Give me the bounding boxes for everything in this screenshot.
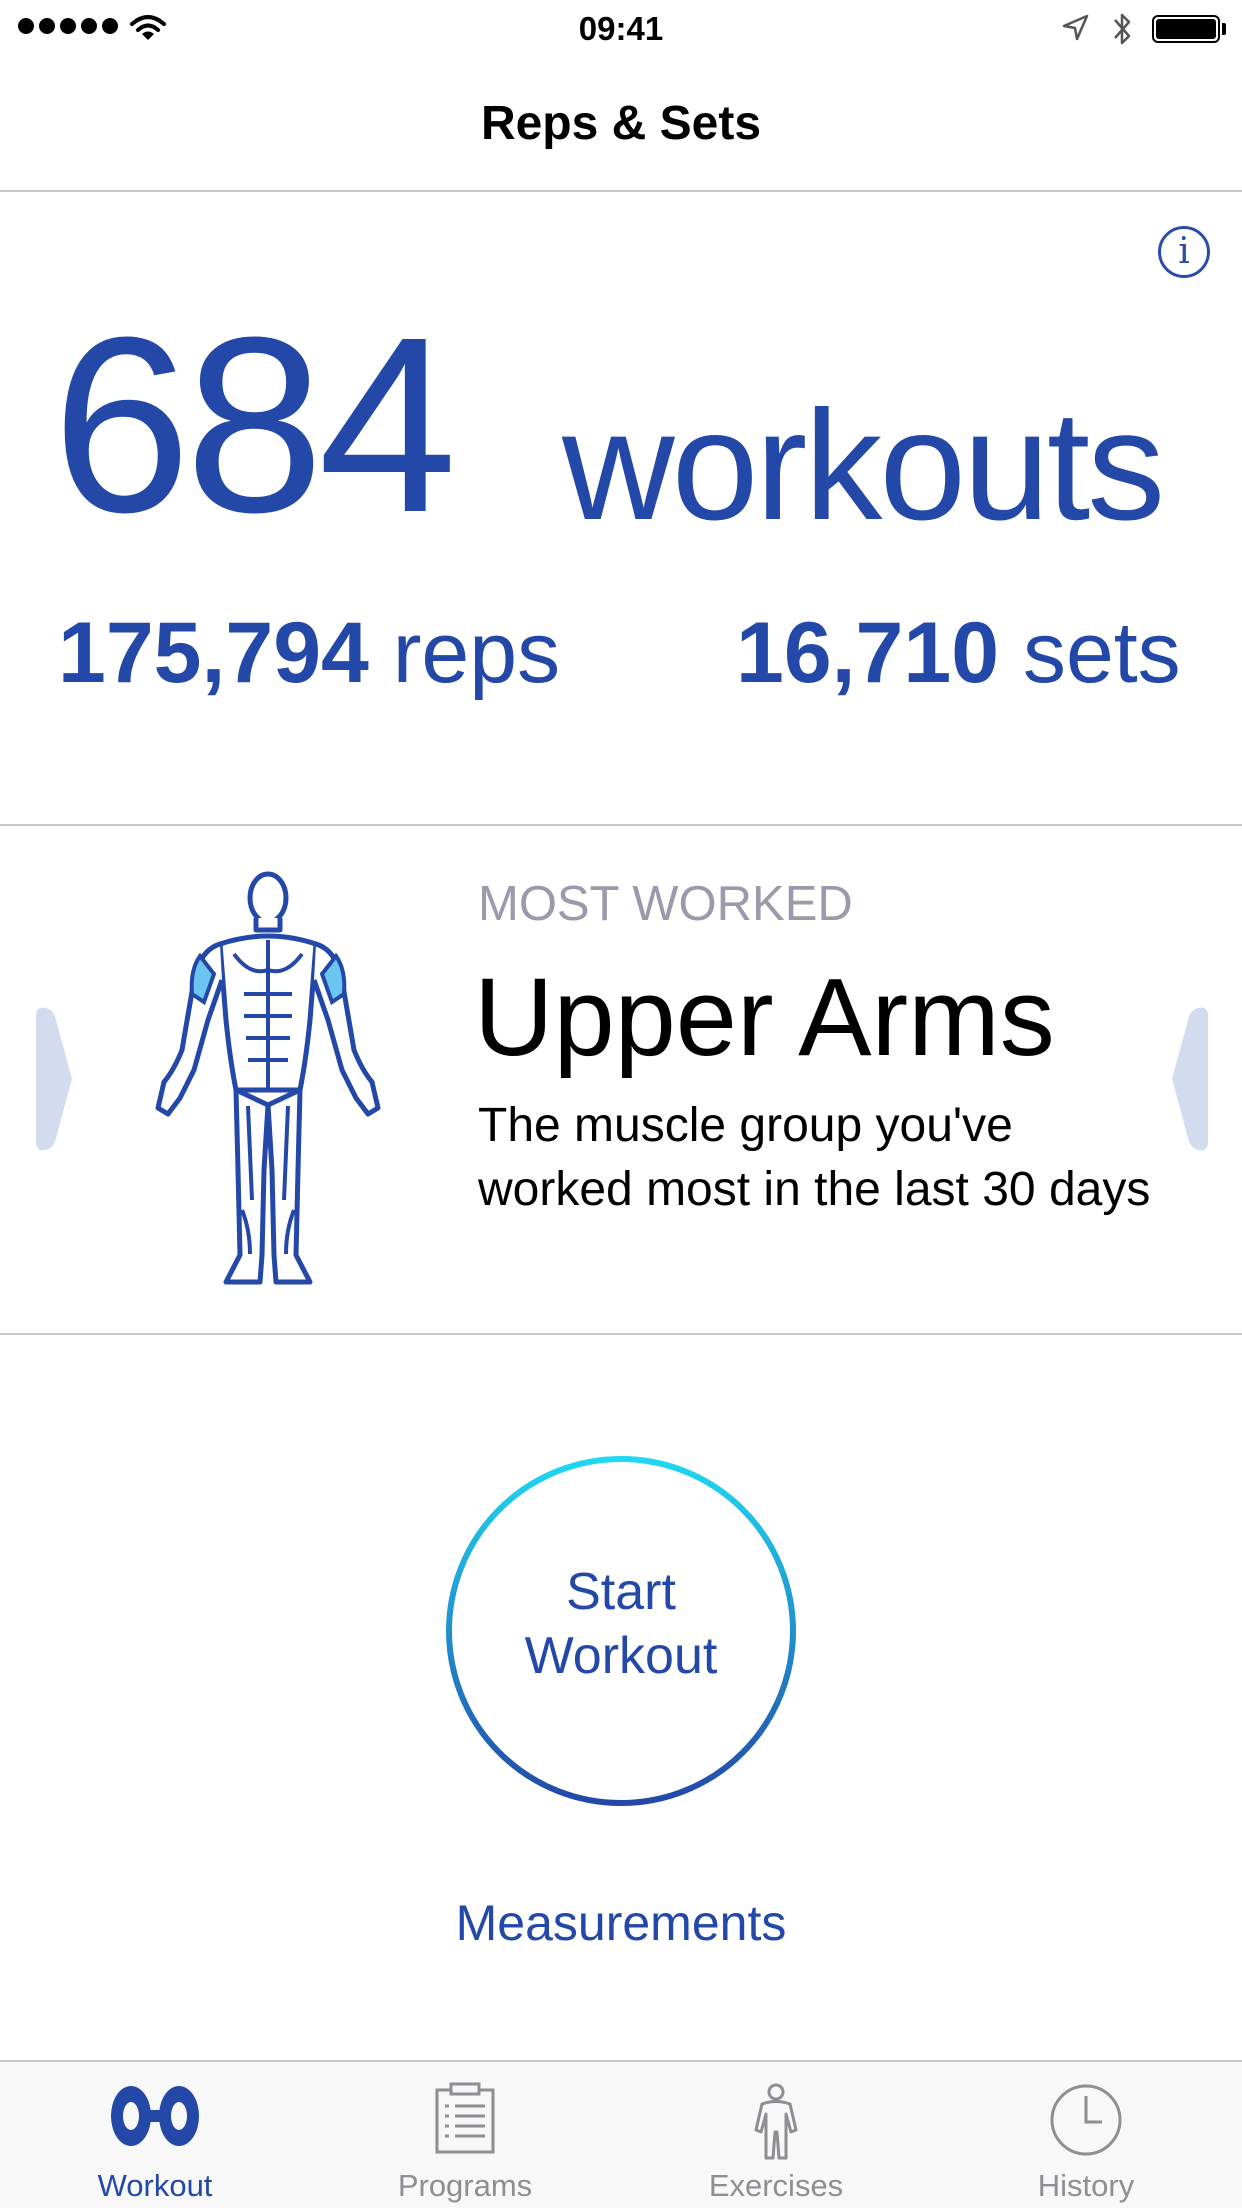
most-worked-label: MOST WORKED — [478, 877, 853, 931]
dumbbell-icon — [111, 2086, 199, 2146]
start-workout-line1: Start — [566, 1563, 676, 1621]
sets-count: 16,710 — [736, 605, 1000, 701]
reps-count: 175,794 — [58, 605, 369, 701]
reps-stat: 175,794 reps — [58, 610, 560, 696]
measurements-link[interactable]: Measurements — [0, 1894, 1242, 1952]
reps-unit: reps — [392, 605, 561, 701]
most-worked-muscle: Upper Arms — [474, 956, 1055, 1079]
tab-history-label: History — [1037, 2168, 1135, 2203]
tab-history[interactable]: History — [931, 2060, 1241, 2208]
clipboard-icon — [435, 2082, 495, 2154]
clock-icon — [1050, 2084, 1122, 2156]
most-worked-divider — [0, 1333, 1242, 1335]
tab-exercises-label: Exercises — [708, 2168, 844, 2203]
battery-tip — [1222, 23, 1226, 35]
tab-exercises[interactable]: Exercises — [621, 2060, 931, 2208]
battery-icon — [1152, 15, 1220, 43]
body-icon — [754, 2083, 798, 2160]
tab-workout[interactable]: Workout — [0, 2060, 310, 2208]
status-time: 09:41 — [578, 10, 664, 47]
stats-divider — [0, 824, 1242, 826]
tab-workout-label: Workout — [97, 2168, 213, 2203]
location-arrow-icon — [1062, 14, 1089, 41]
info-button[interactable]: i — [1158, 226, 1210, 278]
page-title: Reps & Sets — [480, 97, 762, 150]
next-chevron-icon[interactable] — [1168, 1004, 1214, 1154]
workouts-unit: workouts — [562, 379, 1165, 553]
start-workout-label[interactable]: Start Workout — [444, 1560, 798, 1688]
sets-stat: 16,710 sets — [736, 610, 1181, 696]
muscle-body-figure — [155, 871, 381, 1285]
workouts-count: 684 — [52, 285, 457, 564]
status-bar: 09:41 — [0, 0, 1242, 60]
start-workout-line2: Workout — [524, 1627, 718, 1685]
nav-divider — [0, 190, 1242, 192]
bluetooth-icon — [1114, 13, 1131, 45]
most-worked-description: The muscle group you've worked most in t… — [478, 1099, 1151, 1216]
tab-programs[interactable]: Programs — [310, 2060, 620, 2208]
tab-programs-label: Programs — [397, 2168, 533, 2203]
previous-chevron-icon[interactable] — [30, 1004, 76, 1154]
sets-unit: sets — [1022, 605, 1181, 701]
